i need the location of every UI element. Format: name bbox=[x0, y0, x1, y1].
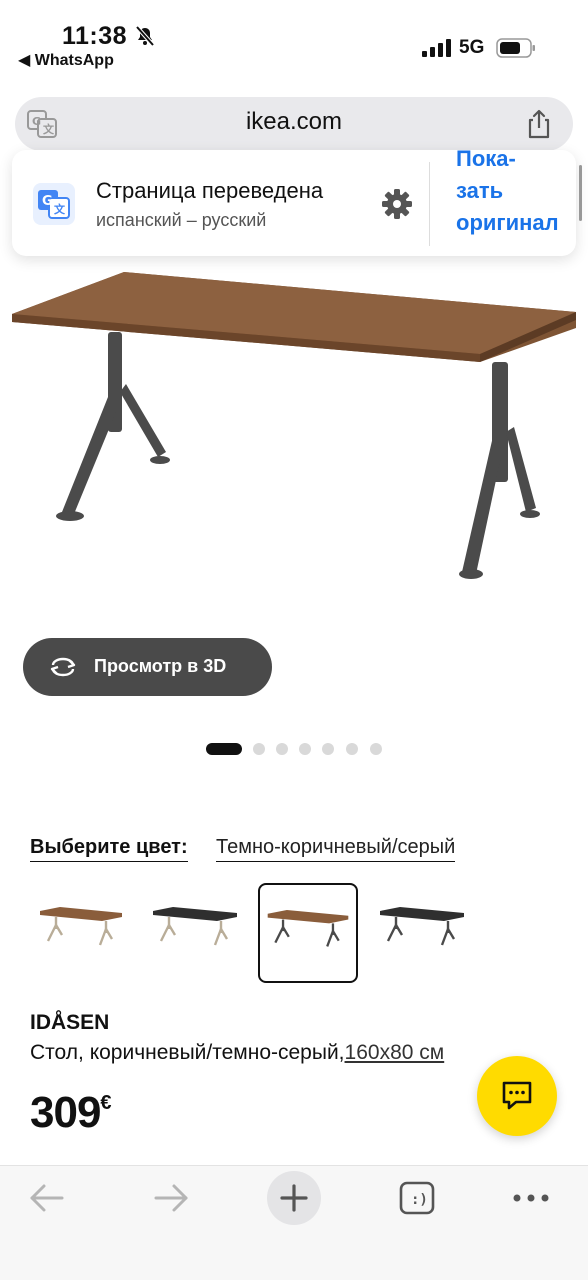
status-bar: 11:38 ◀ WhatsApp 5G bbox=[0, 0, 588, 80]
chat-icon bbox=[502, 1081, 532, 1110]
svg-text:文: 文 bbox=[54, 202, 66, 216]
carousel-dot[interactable] bbox=[346, 743, 358, 755]
product-name: IDÅSEN bbox=[30, 1011, 110, 1034]
carousel-dot[interactable] bbox=[370, 743, 382, 755]
color-selector-label: Выберите цвет: bbox=[30, 836, 188, 862]
color-swatch-black-beige[interactable] bbox=[145, 883, 245, 983]
battery-icon bbox=[496, 38, 535, 58]
color-swatch-black-darkgray[interactable] bbox=[372, 883, 472, 983]
color-swatch-brown-beige[interactable] bbox=[30, 883, 130, 983]
forward-arrow-icon[interactable] bbox=[152, 1181, 190, 1215]
translation-title: Страница переведена bbox=[96, 178, 324, 203]
price-currency: € bbox=[100, 1092, 111, 1114]
tabs-icon[interactable]: :) bbox=[398, 1180, 436, 1216]
product-size-link[interactable]: 160x80 см bbox=[345, 1041, 445, 1064]
plus-icon bbox=[280, 1184, 308, 1212]
carousel-dot[interactable] bbox=[276, 743, 288, 755]
price-value: 309 bbox=[30, 1088, 101, 1137]
back-arrow-icon[interactable] bbox=[28, 1181, 66, 1215]
color-swatch-brown-darkgray[interactable] bbox=[258, 883, 358, 983]
back-to-app-link[interactable]: ◀ WhatsApp bbox=[18, 50, 114, 70]
signal-icon bbox=[422, 39, 451, 57]
google-translate-icon: G 文 bbox=[33, 183, 75, 225]
carousel-dot-active[interactable] bbox=[206, 743, 242, 755]
show-original-label: Пока- зать оригинал bbox=[456, 146, 559, 235]
view-3d-label: Просмотр в 3D bbox=[94, 656, 227, 676]
product-description-text: Стол, коричневый/темно-серый, bbox=[30, 1041, 345, 1064]
product-description: Стол, коричневый/темно-серый,160x80 см bbox=[30, 1041, 444, 1065]
product-image[interactable] bbox=[0, 262, 588, 632]
rotate-3d-icon bbox=[50, 657, 76, 677]
status-time: 11:38 bbox=[62, 22, 128, 50]
bell-muted-icon bbox=[135, 25, 155, 47]
more-icon[interactable] bbox=[512, 1188, 550, 1208]
page-scrollbar[interactable] bbox=[579, 165, 582, 221]
svg-text:G: G bbox=[42, 194, 53, 209]
color-selector-value[interactable]: Темно-коричневый/серый bbox=[216, 836, 456, 862]
svg-text::): :) bbox=[411, 1192, 428, 1208]
carousel-dot[interactable] bbox=[322, 743, 334, 755]
share-icon[interactable] bbox=[524, 108, 554, 140]
network-type: 5G bbox=[459, 37, 485, 58]
show-original-button[interactable]: Пока- зать оригинал bbox=[456, 143, 566, 258]
gear-icon[interactable] bbox=[381, 188, 413, 220]
carousel-dot[interactable] bbox=[253, 743, 265, 755]
url-text[interactable]: ikea.com bbox=[0, 108, 588, 136]
translation-languages: испанский – русский bbox=[96, 210, 267, 230]
banner-divider bbox=[429, 162, 430, 246]
carousel-dot[interactable] bbox=[299, 743, 311, 755]
product-price: 309€ bbox=[30, 1088, 112, 1138]
